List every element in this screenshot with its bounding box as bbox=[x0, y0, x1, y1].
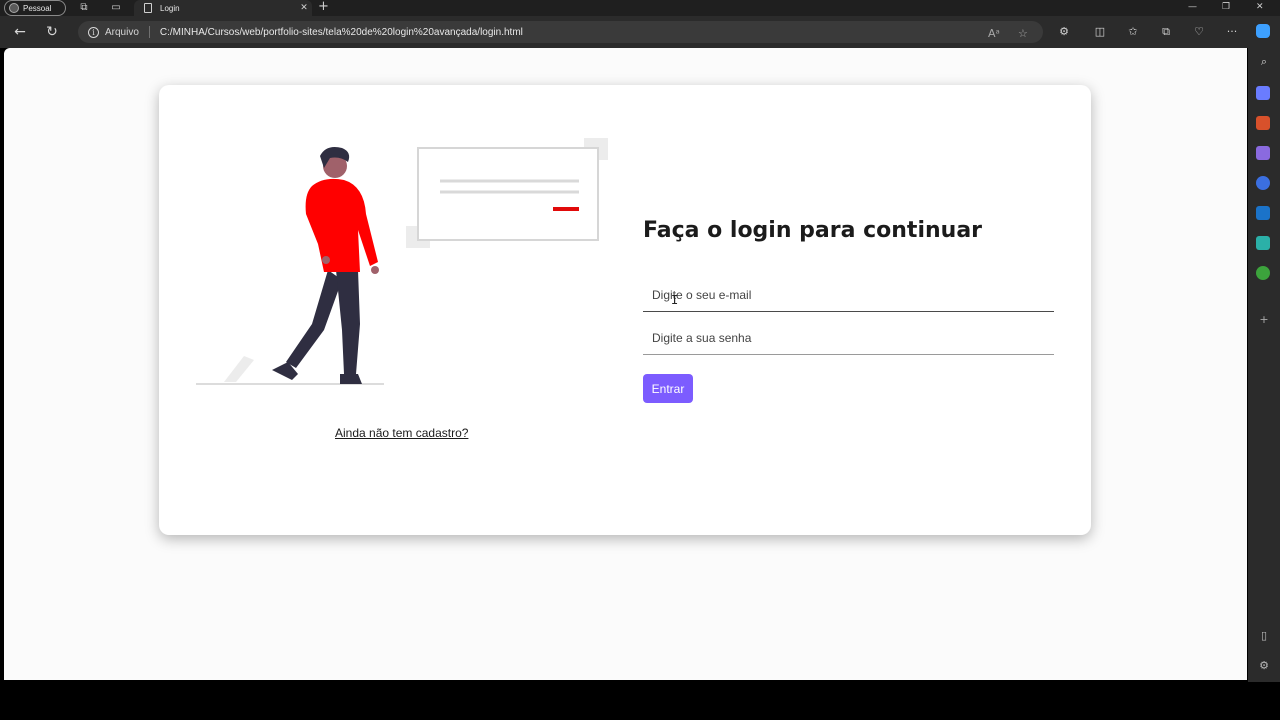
person-shirt bbox=[305, 178, 378, 272]
outlook-icon[interactable] bbox=[1256, 206, 1270, 220]
deco-shadow bbox=[224, 356, 254, 382]
browser-toolbar: ← ↻ i Arquivo C:/MINHA/Cursos/web/portfo… bbox=[0, 16, 1280, 48]
copilot-icon[interactable] bbox=[1256, 24, 1270, 38]
address-scheme-label: Arquivo bbox=[105, 26, 139, 38]
address-divider bbox=[148, 26, 150, 38]
drop-icon[interactable] bbox=[1256, 236, 1270, 250]
refresh-icon[interactable]: ↻ bbox=[44, 24, 60, 40]
person-right-leg bbox=[336, 270, 360, 374]
sidebar-settings-icon[interactable]: ⚙ bbox=[1256, 658, 1272, 674]
address-bar[interactable]: i Arquivo C:/MINHA/Cursos/web/portfolio-… bbox=[78, 21, 1043, 43]
browser-essentials-icon[interactable]: ♡ bbox=[1191, 24, 1207, 40]
favorites-icon[interactable]: ✩ bbox=[1125, 24, 1141, 40]
page-viewport: Ainda não tem cadastro? Faça o login par… bbox=[4, 48, 1247, 680]
hide-sidebar-icon[interactable]: ▯ bbox=[1256, 628, 1272, 644]
close-tab-icon[interactable]: ✕ bbox=[296, 3, 312, 13]
bottom-strip bbox=[0, 682, 1280, 720]
read-aloud-icon[interactable]: Aᵃ bbox=[988, 27, 1000, 40]
signup-link[interactable]: Ainda não tem cadastro? bbox=[335, 426, 468, 440]
tree-icon[interactable] bbox=[1256, 266, 1270, 280]
page-title: Faça o login para continuar bbox=[643, 218, 983, 243]
profile-button[interactable]: Pessoal bbox=[4, 0, 66, 16]
tab-login[interactable]: Login ✕ bbox=[134, 0, 312, 16]
login-card: Ainda não tem cadastro? Faça o login par… bbox=[159, 85, 1091, 535]
collections-icon[interactable]: ⧉ bbox=[1158, 24, 1174, 40]
extensions-icon[interactable]: ⚙ bbox=[1056, 24, 1072, 40]
password-field[interactable] bbox=[643, 322, 1054, 355]
login-button[interactable]: Entrar bbox=[643, 374, 693, 403]
title-bar: Pessoal ⧉ ▭ Login ✕ + — ❐ ✕ bbox=[0, 0, 1280, 16]
tab-title: Login bbox=[160, 3, 180, 13]
new-tab-button[interactable]: + bbox=[318, 0, 329, 14]
favorite-star-icon[interactable]: ☆ bbox=[1018, 27, 1028, 40]
address-url[interactable]: C:/MINHA/Cursos/web/portfolio-sites/tela… bbox=[160, 27, 523, 38]
close-window-button[interactable]: ✕ bbox=[1256, 0, 1264, 14]
tag-icon[interactable] bbox=[1256, 86, 1270, 100]
login-illustration bbox=[196, 138, 608, 385]
workspaces-icon[interactable]: ⧉ bbox=[78, 2, 90, 14]
profile-label: Pessoal bbox=[23, 3, 52, 13]
person-hand bbox=[322, 256, 330, 264]
edge-sidebar: ⌕ + ▯ ⚙ bbox=[1248, 16, 1280, 682]
add-sidebar-icon[interactable]: + bbox=[1256, 312, 1272, 328]
person-left-leg bbox=[286, 270, 342, 368]
minimize-button[interactable]: — bbox=[1188, 0, 1197, 14]
person-right-shoe bbox=[340, 374, 362, 384]
games-icon[interactable] bbox=[1256, 146, 1270, 160]
split-screen-icon[interactable]: ◫ bbox=[1092, 24, 1108, 40]
more-options-icon[interactable]: ··· bbox=[1224, 24, 1240, 40]
maximize-button[interactable]: ❐ bbox=[1222, 0, 1230, 14]
text-cursor-icon: I bbox=[671, 293, 679, 307]
profile-avatar bbox=[9, 3, 19, 13]
illustration-form-card bbox=[417, 147, 599, 241]
person-hand bbox=[371, 266, 379, 274]
email-field[interactable] bbox=[643, 279, 1054, 312]
info-icon[interactable]: i bbox=[88, 26, 99, 38]
back-arrow-icon[interactable]: ← bbox=[12, 24, 28, 40]
toolbox-icon[interactable] bbox=[1256, 116, 1270, 130]
m365-icon[interactable] bbox=[1256, 176, 1270, 190]
tab-actions-icon[interactable]: ▭ bbox=[110, 2, 122, 14]
document-icon bbox=[144, 3, 152, 13]
search-icon[interactable]: ⌕ bbox=[1256, 54, 1272, 70]
